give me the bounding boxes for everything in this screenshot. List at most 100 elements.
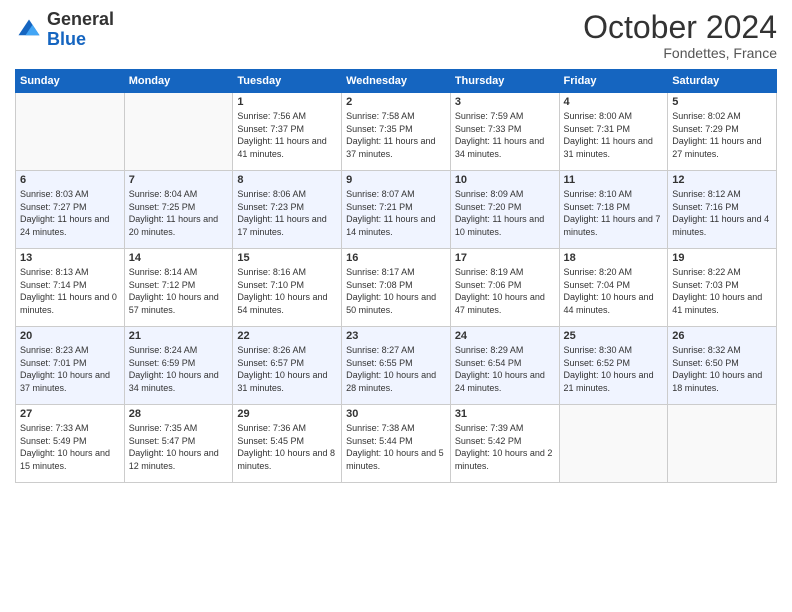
day-number: 18 [564,252,664,264]
calendar-cell: 2 Sunrise: 7:58 AM Sunset: 7:35 PM Daylig… [342,93,451,171]
logo-text: General Blue [47,10,114,50]
calendar-cell [559,405,668,483]
logo-general: General [47,9,114,29]
day-number: 31 [455,408,555,420]
day-detail: Sunrise: 8:10 AM Sunset: 7:18 PM Dayligh… [564,188,664,238]
day-detail: Sunrise: 7:38 AM Sunset: 5:44 PM Dayligh… [346,422,446,472]
calendar-cell: 25Sunrise: 8:30 AM Sunset: 6:52 PM Dayli… [559,327,668,405]
calendar-cell: 23 Sunrise: 8:27 AM Sunset: 6:55 PM Dayli… [342,327,451,405]
day-detail: Sunrise: 8:17 AM Sunset: 7:08 PM Dayligh… [346,266,446,316]
calendar-header-saturday: Saturday [668,70,777,93]
day-number: 3 [455,96,555,108]
calendar-cell: 21Sunrise: 8:24 AM Sunset: 6:59 PM Dayli… [124,327,233,405]
day-number: 11 [564,174,664,186]
calendar-cell: 19 Sunrise: 8:22 AM Sunset: 7:03 PM Dayli… [668,249,777,327]
day-number: 2 [346,96,446,108]
day-detail: Sunrise: 8:07 AM Sunset: 7:21 PM Dayligh… [346,188,446,238]
day-detail: Sunrise: 7:39 AM Sunset: 5:42 PM Dayligh… [455,422,555,472]
calendar-cell: 12 Sunrise: 8:12 AM Sunset: 7:16 PM Dayli… [668,171,777,249]
day-detail: Sunrise: 8:06 AM Sunset: 7:23 PM Dayligh… [237,188,337,238]
day-number: 28 [129,408,229,420]
calendar-cell: 27Sunrise: 7:33 AM Sunset: 5:49 PM Dayli… [16,405,125,483]
calendar-header-tuesday: Tuesday [233,70,342,93]
day-detail: Sunrise: 7:58 AM Sunset: 7:35 PM Dayligh… [346,110,446,160]
calendar-cell: 15 Sunrise: 8:16 AM Sunset: 7:10 PM Dayli… [233,249,342,327]
day-number: 14 [129,252,229,264]
day-detail: Sunrise: 8:20 AM Sunset: 7:04 PM Dayligh… [564,266,664,316]
calendar-header-wednesday: Wednesday [342,70,451,93]
calendar-cell: 4 Sunrise: 8:00 AM Sunset: 7:31 PM Daylig… [559,93,668,171]
day-number: 19 [672,252,772,264]
day-detail: Sunrise: 8:23 AM Sunset: 7:01 PM Dayligh… [20,344,120,394]
calendar-cell: 30 Sunrise: 7:38 AM Sunset: 5:44 PM Dayli… [342,405,451,483]
day-detail: Sunrise: 8:16 AM Sunset: 7:10 PM Dayligh… [237,266,337,316]
calendar-cell: 5Sunrise: 8:02 AM Sunset: 7:29 PM Daylig… [668,93,777,171]
day-detail: Sunrise: 8:26 AM Sunset: 6:57 PM Dayligh… [237,344,337,394]
day-detail: Sunrise: 7:56 AM Sunset: 7:37 PM Dayligh… [237,110,337,160]
day-number: 26 [672,330,772,342]
calendar-header-friday: Friday [559,70,668,93]
calendar-cell: 6Sunrise: 8:03 AM Sunset: 7:27 PM Daylig… [16,171,125,249]
day-number: 23 [346,330,446,342]
calendar-cell: 3 Sunrise: 7:59 AM Sunset: 7:33 PM Daylig… [450,93,559,171]
day-number: 7 [129,174,229,186]
calendar-week-row: 6Sunrise: 8:03 AM Sunset: 7:27 PM Daylig… [16,171,777,249]
day-number: 24 [455,330,555,342]
title-block: October 2024 Fondettes, France [583,10,777,61]
day-number: 10 [455,174,555,186]
calendar-cell: 17 Sunrise: 8:19 AM Sunset: 7:06 PM Dayli… [450,249,559,327]
calendar-cell: 1 Sunrise: 7:56 AM Sunset: 7:37 PM Daylig… [233,93,342,171]
day-number: 5 [672,96,772,108]
logo-blue: Blue [47,29,86,49]
day-detail: Sunrise: 8:03 AM Sunset: 7:27 PM Dayligh… [20,188,120,238]
day-detail: Sunrise: 8:12 AM Sunset: 7:16 PM Dayligh… [672,188,772,238]
day-detail: Sunrise: 8:32 AM Sunset: 6:50 PM Dayligh… [672,344,772,394]
calendar-cell: 11 Sunrise: 8:10 AM Sunset: 7:18 PM Dayli… [559,171,668,249]
page: General Blue October 2024 Fondettes, Fra… [0,0,792,612]
day-detail: Sunrise: 8:04 AM Sunset: 7:25 PM Dayligh… [129,188,229,238]
day-number: 4 [564,96,664,108]
calendar-header-row: SundayMondayTuesdayWednesdayThursdayFrid… [16,70,777,93]
day-detail: Sunrise: 8:19 AM Sunset: 7:06 PM Dayligh… [455,266,555,316]
calendar-cell: 18 Sunrise: 8:20 AM Sunset: 7:04 PM Dayli… [559,249,668,327]
day-number: 25 [564,330,664,342]
day-detail: Sunrise: 7:35 AM Sunset: 5:47 PM Dayligh… [129,422,229,472]
day-detail: Sunrise: 7:59 AM Sunset: 7:33 PM Dayligh… [455,110,555,160]
day-detail: Sunrise: 8:13 AM Sunset: 7:14 PM Dayligh… [20,266,120,316]
calendar-cell: 31 Sunrise: 7:39 AM Sunset: 5:42 PM Dayli… [450,405,559,483]
day-number: 13 [20,252,120,264]
day-number: 17 [455,252,555,264]
logo-icon [15,16,43,44]
day-number: 15 [237,252,337,264]
month-title: October 2024 [583,10,777,45]
day-detail: Sunrise: 8:27 AM Sunset: 6:55 PM Dayligh… [346,344,446,394]
calendar-cell [16,93,125,171]
day-number: 12 [672,174,772,186]
day-number: 1 [237,96,337,108]
day-number: 30 [346,408,446,420]
calendar-cell: 28 Sunrise: 7:35 AM Sunset: 5:47 PM Dayli… [124,405,233,483]
logo: General Blue [15,10,114,50]
calendar-cell: 26 Sunrise: 8:32 AM Sunset: 6:50 PM Dayli… [668,327,777,405]
day-number: 21 [129,330,229,342]
calendar-cell: 29Sunrise: 7:36 AM Sunset: 5:45 PM Dayli… [233,405,342,483]
calendar-table: SundayMondayTuesdayWednesdayThursdayFrid… [15,69,777,483]
calendar-cell [668,405,777,483]
calendar-header-sunday: Sunday [16,70,125,93]
calendar-cell: 9Sunrise: 8:07 AM Sunset: 7:21 PM Daylig… [342,171,451,249]
day-number: 27 [20,408,120,420]
day-number: 20 [20,330,120,342]
calendar-header-monday: Monday [124,70,233,93]
day-number: 8 [237,174,337,186]
day-detail: Sunrise: 8:14 AM Sunset: 7:12 PM Dayligh… [129,266,229,316]
calendar-cell: 13 Sunrise: 8:13 AM Sunset: 7:14 PM Dayli… [16,249,125,327]
calendar-cell: 20 Sunrise: 8:23 AM Sunset: 7:01 PM Dayli… [16,327,125,405]
day-detail: Sunrise: 8:22 AM Sunset: 7:03 PM Dayligh… [672,266,772,316]
day-detail: Sunrise: 8:00 AM Sunset: 7:31 PM Dayligh… [564,110,664,160]
day-detail: Sunrise: 7:36 AM Sunset: 5:45 PM Dayligh… [237,422,337,472]
calendar-cell [124,93,233,171]
day-number: 22 [237,330,337,342]
calendar-cell: 22 Sunrise: 8:26 AM Sunset: 6:57 PM Dayli… [233,327,342,405]
calendar-week-row: 27Sunrise: 7:33 AM Sunset: 5:49 PM Dayli… [16,405,777,483]
calendar-cell: 7 Sunrise: 8:04 AM Sunset: 7:25 PM Daylig… [124,171,233,249]
